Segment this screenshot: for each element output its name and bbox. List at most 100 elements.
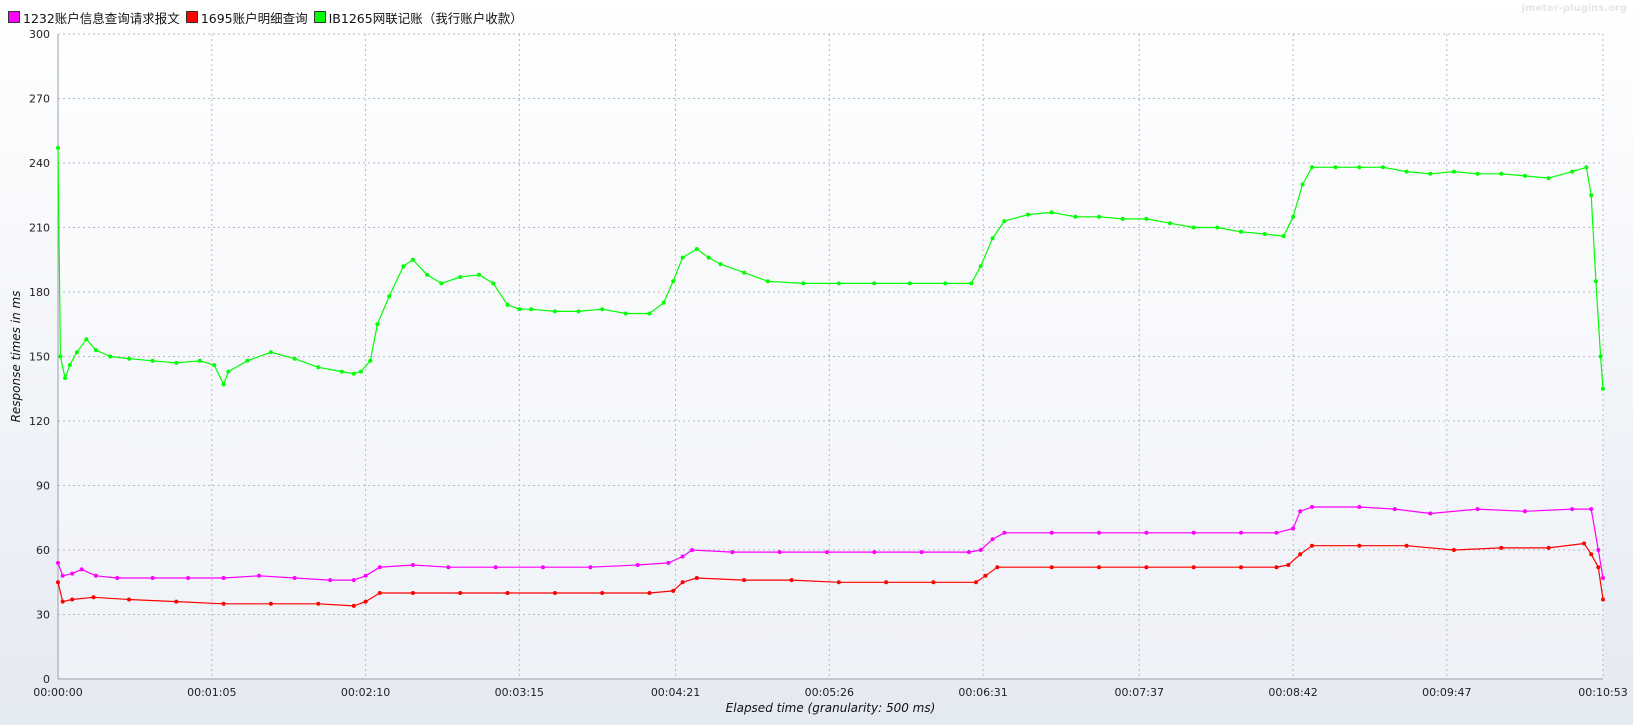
series-point-0: [292, 576, 297, 580]
series-point-0: [588, 565, 593, 570]
series-point-2: [1357, 165, 1362, 170]
series-point-2: [836, 281, 841, 286]
series-point-1: [1357, 543, 1362, 548]
series-point-1: [789, 578, 794, 583]
series-point-1: [127, 597, 131, 602]
series-point-2: [410, 257, 415, 262]
series-point-0: [410, 563, 415, 567]
series-point-1: [505, 591, 510, 595]
series-point-2: [1522, 173, 1527, 178]
series-point-1: [1286, 563, 1291, 567]
series-point-2: [226, 369, 231, 374]
series-point-2: [339, 369, 344, 374]
series-point-0: [351, 578, 356, 583]
y-tick-label: 60: [36, 544, 50, 557]
series-point-0: [377, 565, 382, 570]
series-point-0: [730, 550, 735, 555]
response-time-chart: 0 30 60 90 120 150 180 210 240 270 300 00:00:00 00:0…: [9, 28, 1628, 715]
series-point-2: [108, 354, 113, 359]
series-point-0: [221, 576, 226, 580]
series-point-2: [505, 302, 510, 307]
series-point-2: [368, 358, 373, 363]
series-point-2: [1300, 182, 1305, 187]
x-tick-label: 00:09:47: [1422, 686, 1471, 699]
series-point-2: [84, 337, 89, 342]
series-point-1: [56, 580, 60, 585]
series-point-2: [425, 272, 430, 277]
series-point-0: [1357, 505, 1362, 509]
y-tick-label: 150: [29, 351, 50, 364]
series-point-1: [91, 595, 96, 600]
series-point-2: [1026, 212, 1031, 217]
series-point-0: [1522, 509, 1527, 514]
x-tick-label: 00:03:15: [495, 686, 544, 699]
series-point-0: [56, 560, 60, 565]
series-point-0: [1570, 507, 1575, 512]
series-point-2: [623, 311, 628, 316]
series-point-0: [872, 550, 877, 555]
series-point-2: [552, 309, 557, 314]
series-point-2: [1144, 216, 1149, 221]
series-point-1: [60, 599, 65, 604]
series-point-2: [491, 281, 496, 286]
series-point-0: [690, 548, 695, 552]
series-point-2: [292, 356, 297, 361]
series-point-0: [186, 576, 191, 580]
series-point-2: [1073, 214, 1078, 219]
series-point-1: [671, 588, 676, 593]
series-point-2: [742, 270, 747, 275]
series-point-2: [387, 294, 392, 299]
series-point-2: [477, 272, 482, 277]
y-tick-label: 300: [29, 28, 50, 41]
y-tick-label: 0: [43, 673, 50, 686]
series-point-1: [1274, 565, 1279, 570]
series-point-2: [1499, 171, 1504, 176]
series-point-1: [268, 601, 273, 606]
series-point-1: [458, 591, 463, 595]
series-point-0: [150, 576, 155, 580]
series-point-1: [983, 573, 988, 578]
series-point-0: [666, 560, 671, 565]
series-point-2: [221, 382, 226, 387]
series-point-0: [978, 548, 983, 552]
series-point-0: [1049, 530, 1054, 535]
x-tick-label: 00:08:42: [1268, 686, 1317, 699]
series-point-0: [79, 567, 84, 572]
series-point-1: [1049, 565, 1054, 570]
series-point-0: [1274, 530, 1279, 535]
series-point-2: [174, 360, 179, 365]
series-point-0: [493, 565, 498, 570]
series-point-0: [919, 550, 924, 555]
series-point-1: [174, 599, 179, 604]
series-point-1: [647, 591, 652, 595]
series-point-0: [1097, 530, 1101, 535]
series-point-0: [680, 554, 685, 559]
series-point-2: [706, 255, 711, 260]
series-point-2: [127, 356, 131, 361]
x-tick-label: 00:04:21: [651, 686, 700, 699]
series-point-2: [268, 350, 273, 355]
series-point-2: [439, 281, 444, 286]
series-point-2: [529, 307, 534, 312]
series-point-2: [401, 264, 406, 269]
x-tick-label: 00:00:00: [33, 686, 82, 699]
series-point-2: [990, 236, 995, 241]
series-point-0: [328, 578, 333, 583]
series-point-1: [600, 591, 605, 595]
series-point-2: [1475, 171, 1480, 176]
series-point-1: [1589, 552, 1594, 557]
series-point-2: [1589, 193, 1594, 198]
series-point-2: [1570, 169, 1575, 174]
series-point-2: [67, 363, 72, 368]
series-point-2: [74, 350, 79, 355]
series-point-1: [351, 603, 356, 608]
series-point-2: [680, 255, 685, 260]
series-point-2: [1404, 169, 1409, 174]
series-point-2: [1281, 234, 1286, 239]
series-point-1: [377, 591, 382, 595]
series-point-2: [1049, 210, 1054, 215]
series-point-1: [552, 591, 557, 595]
series-point-0: [257, 573, 262, 578]
series-point-1: [1191, 565, 1196, 570]
series-point-1: [1097, 565, 1101, 570]
